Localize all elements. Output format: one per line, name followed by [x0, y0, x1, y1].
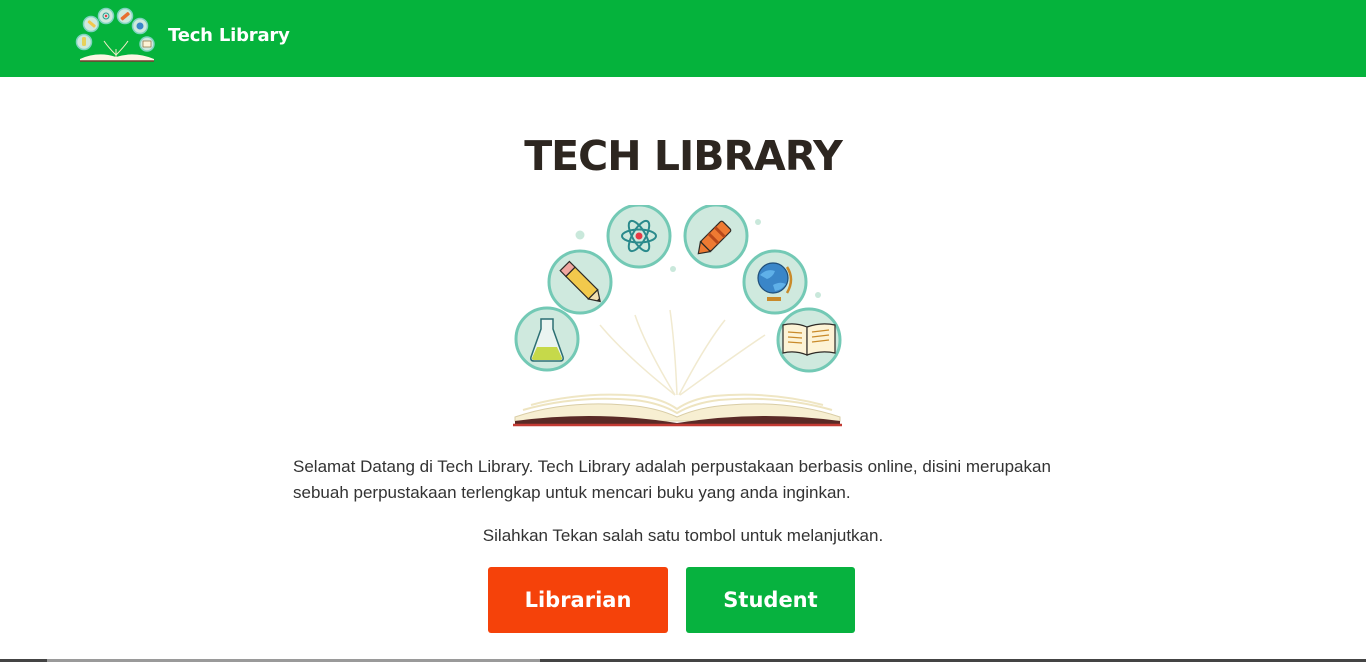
open-book-illustration-icon	[513, 205, 842, 427]
navbar: Tech Library	[0, 0, 1366, 77]
librarian-button[interactable]: Librarian	[488, 567, 668, 633]
main-content: TECH LIBRARY Selamat Datang di Tech Libr…	[0, 77, 1366, 662]
book-logo-icon	[75, 7, 155, 62]
prompt-text: Silahkan Tekan salah satu tombol untuk m…	[482, 526, 884, 545]
student-button[interactable]: Student	[686, 567, 855, 633]
brand-link[interactable]: Tech Library	[74, 6, 290, 64]
intro-text: Selamat Datang di Tech Library. Tech Lib…	[293, 457, 1051, 502]
page-title: TECH LIBRARY	[524, 132, 843, 180]
brand-name: Tech Library	[168, 24, 290, 46]
